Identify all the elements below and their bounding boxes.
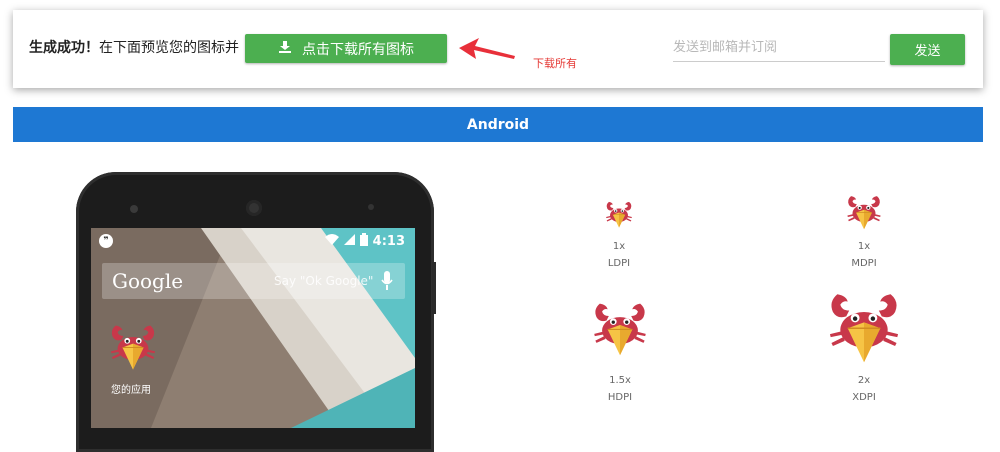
phone-screen: ❞ 4:13 Google Say "Ok Google" 您的应用 — [91, 228, 415, 428]
density-mdpi: 1x MDPI — [838, 192, 890, 272]
density-name: HDPI — [607, 392, 633, 403]
battery-icon — [359, 233, 368, 250]
download-all-button[interactable]: 点击下载所有图标 — [245, 34, 447, 63]
wifi-icon — [324, 234, 339, 249]
success-message: 生成成功！在下面预览您的图标并 — [29, 37, 239, 57]
annotation-text: 下载所有 — [533, 57, 577, 70]
density-scale: 2x — [857, 375, 871, 386]
signal-icon — [343, 234, 355, 249]
platform-title: Android — [466, 116, 530, 133]
microphone-icon[interactable] — [381, 271, 393, 295]
send-button[interactable]: 发送 — [890, 34, 965, 65]
success-text: 在下面预览您的图标并 — [99, 40, 239, 56]
front-camera — [246, 200, 262, 216]
density-ldpi: 1x LDPI — [595, 198, 643, 272]
density-scale: 1x — [857, 241, 871, 252]
success-bold: 生成成功！ — [29, 40, 99, 56]
crab-mdpi-icon — [847, 195, 881, 230]
density-hdpi: 1.5x HDPI — [588, 298, 652, 406]
platform-header: Android — [13, 107, 983, 142]
status-bar: ❞ 4:13 — [91, 228, 415, 254]
action-bar: 生成成功！在下面预览您的图标并 点击下载所有图标 下载所有 发送 — [13, 10, 983, 88]
crab-ldpi-icon — [605, 201, 633, 228]
proximity-sensor — [368, 204, 374, 210]
ok-google-hint: Say "Ok Google" — [274, 274, 374, 288]
email-input[interactable] — [673, 34, 885, 62]
density-xdpi: 2x XDPI — [824, 288, 904, 406]
download-icon — [278, 40, 292, 58]
crab-xdpi-icon — [829, 293, 899, 364]
download-all-label: 点击下载所有图标 — [302, 41, 414, 58]
app-label: 您的应用 — [111, 385, 151, 396]
hangouts-icon: ❞ — [99, 234, 113, 248]
density-name: LDPI — [607, 258, 631, 269]
clock: 4:13 — [372, 234, 405, 249]
phone-side-button — [432, 262, 436, 314]
crab-hdpi-icon — [593, 303, 647, 356]
density-scale: 1.5x — [609, 375, 631, 386]
front-sensor — [130, 205, 138, 213]
density-name: XDPI — [852, 392, 876, 403]
density-scale: 1x — [612, 241, 626, 252]
crab-app-icon[interactable] — [109, 320, 157, 380]
google-search-bar[interactable]: Google Say "Ok Google" — [102, 263, 405, 299]
red-arrow-icon — [457, 36, 517, 66]
density-name: MDPI — [851, 258, 877, 269]
google-logo: Google — [112, 269, 184, 293]
